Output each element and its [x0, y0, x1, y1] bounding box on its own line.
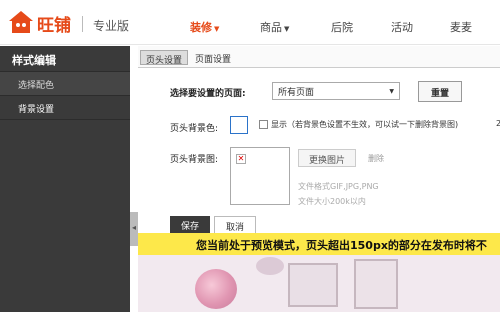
reset-button[interactable]: 重置	[418, 81, 462, 102]
broken-image-icon: ✕	[236, 154, 246, 164]
sidebar-collapse-handle[interactable]: ◂	[130, 212, 138, 246]
chevron-down-icon: ▼	[389, 88, 394, 95]
sidebar-item-color-scheme[interactable]: 选择配色	[0, 72, 130, 96]
nav-maimai[interactable]: 麦麦	[450, 19, 472, 35]
photo-frame-decoration	[288, 263, 338, 307]
header-bg-color-label: 页头背景色:	[170, 124, 219, 134]
tab-page-settings[interactable]: 页面设置	[190, 50, 236, 65]
show-bg-color-checkbox[interactable]	[259, 120, 268, 129]
nav-decorate-label: 装修	[190, 21, 212, 34]
change-image-button[interactable]: 更换图片	[298, 149, 356, 167]
chevron-down-icon: ▼	[284, 25, 290, 33]
nav-activities[interactable]: 活动	[391, 19, 413, 35]
nav-products-label: 商品	[260, 21, 282, 34]
delete-image-link[interactable]: 删除	[368, 153, 384, 164]
sidebar-title: 样式编辑	[0, 46, 130, 72]
nav-backyard[interactable]: 后院	[331, 19, 353, 35]
chevron-down-icon: ▼	[214, 25, 220, 33]
page-select-label: 选择要设置的页面:	[170, 89, 246, 99]
page-select-value: 所有页面	[278, 88, 315, 98]
format-hint: 文件格式GIF,JPG,PNG	[298, 182, 379, 191]
header-bg-color-picker[interactable]	[230, 116, 248, 134]
nav-products[interactable]: 商品 ▼	[260, 19, 289, 35]
sidebar: 样式编辑 选择配色 背景设置	[0, 46, 130, 312]
header-bg-image-preview: ✕	[230, 147, 290, 205]
clipped-text: 2	[496, 119, 500, 128]
brand-name[interactable]: 旺铺	[37, 11, 71, 36]
nav-decorate[interactable]: 装修 ▼	[190, 19, 219, 35]
flower-decoration	[195, 269, 237, 309]
edition-label: 专业版	[93, 19, 130, 33]
header-divider	[82, 16, 83, 32]
shop-logo-icon	[9, 11, 33, 33]
header-preview-area	[138, 255, 500, 312]
page-select[interactable]: 所有页面 ▼	[272, 82, 400, 100]
settings-tabs: 页头设置 页面设置	[138, 46, 500, 68]
header-bg-image-label: 页头背景图:	[170, 155, 219, 165]
save-button[interactable]: 保存	[170, 216, 210, 234]
photo-frame-decoration	[354, 259, 398, 309]
cancel-button[interactable]: 取消	[214, 216, 256, 234]
show-bg-color-text: 显示（若背景色设置不生效，可以试一下删除背景图)	[271, 120, 459, 129]
tab-header-settings[interactable]: 页头设置	[140, 50, 189, 66]
leaf-decoration	[256, 257, 284, 275]
preview-mode-text: 您当前处于预览模式，页头超出150px的部分在发布时将不	[196, 239, 487, 252]
sidebar-item-background-settings[interactable]: 背景设置	[0, 96, 130, 120]
size-hint: 文件大小200k以内	[298, 197, 366, 206]
top-header: 旺铺 专业版 装修 ▼ 商品 ▼ 后院 活动 麦麦	[0, 0, 500, 45]
